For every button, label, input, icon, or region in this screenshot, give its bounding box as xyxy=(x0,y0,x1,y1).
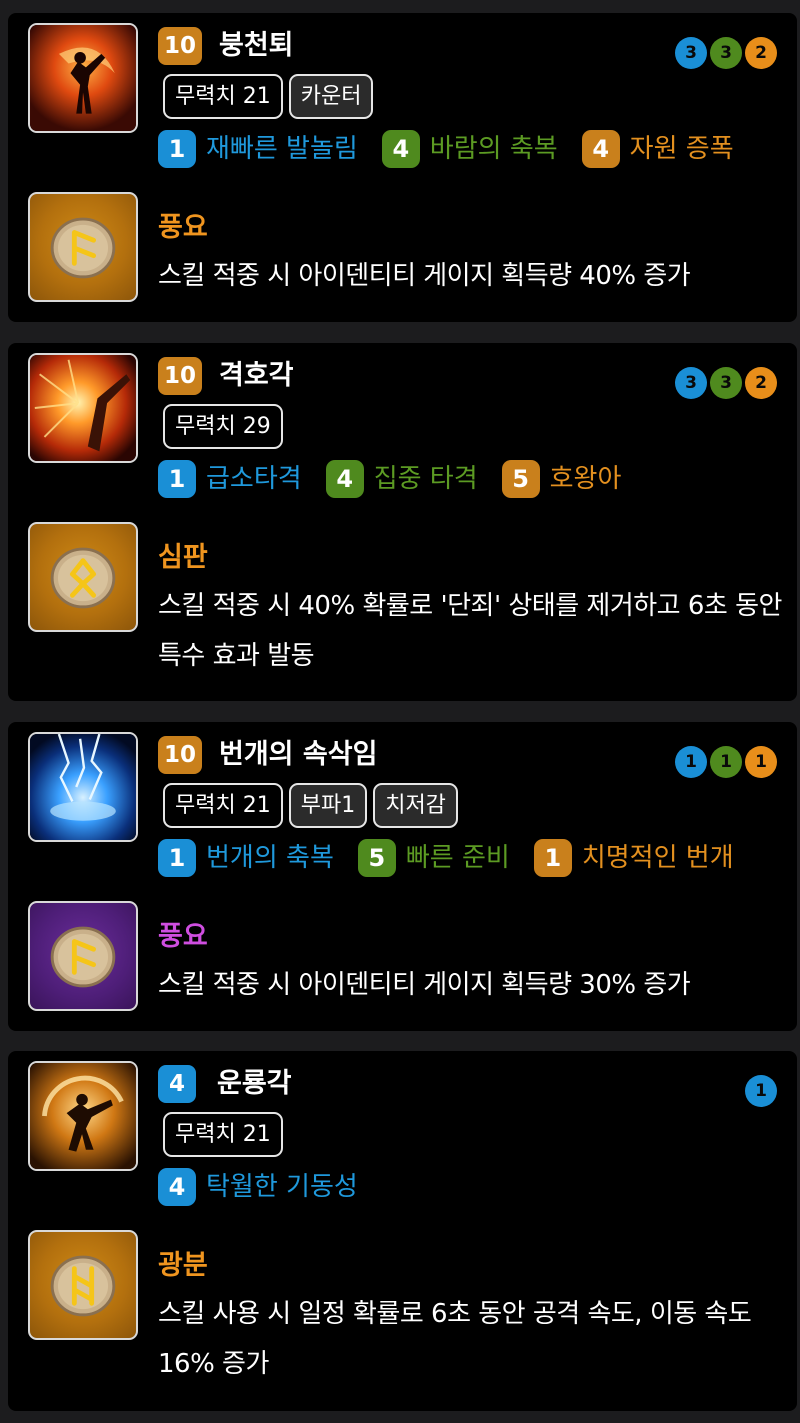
tripod-list: 4 탁월한 기동성 xyxy=(158,1168,382,1206)
skill-tags: 무력치 29 xyxy=(163,404,283,449)
skill-level-badge: 10 xyxy=(158,27,203,65)
skill-level-badge: 10 xyxy=(158,736,203,774)
tripod-item[interactable]: 1 치명적인 번개 xyxy=(533,839,734,877)
tripod-level-badge: 1 xyxy=(533,839,572,877)
tripod-name: 자원 증폭 xyxy=(629,134,734,164)
skill-name: 붕천퇴 xyxy=(219,30,294,61)
gem-dot-blue: 3 xyxy=(675,367,707,399)
tag-destruction: 부파1 xyxy=(288,783,368,828)
skill-level-badge: 4 xyxy=(158,1065,196,1103)
tripod-name: 빠른 준비 xyxy=(405,843,510,873)
tripod-level-badge: 4 xyxy=(581,130,620,168)
tripod-name: 재빠른 발놀림 xyxy=(206,134,358,164)
tripod-name: 바람의 축복 xyxy=(429,134,558,164)
tripod-name: 번개의 축복 xyxy=(206,843,334,873)
tripod-list: 1 급소타격 4 집중 타격 5 호왕아 xyxy=(158,460,645,498)
tripod-name: 탁월한 기동성 xyxy=(206,1172,358,1202)
rune-description: 스킬 적중 시 40% 확률로 '단죄' 상태를 제거하고 6초 동안 특수 효… xyxy=(158,591,782,671)
skill-tags: 무력치 21 부파1 치저감 xyxy=(163,783,458,828)
tripod-item[interactable]: 4 자원 증폭 xyxy=(581,130,734,168)
tripod-name: 호왕아 xyxy=(549,464,622,494)
gem-dot-blue: 1 xyxy=(675,746,707,778)
tripod-item[interactable]: 4 집중 타격 xyxy=(325,460,478,498)
skill-card[interactable]: 10 번개의 속삭임 1 1 1 무력치 21 부파1 치저감 1 번개의 축복… xyxy=(8,722,797,1031)
tripod-item[interactable]: 1 번개의 축복 xyxy=(158,839,334,877)
tripod-level-badge: 1 xyxy=(158,130,196,168)
tag-stagger: 무력치 21 xyxy=(163,783,283,828)
rune-stone-icon xyxy=(28,1230,138,1340)
rune-description: 스킬 적중 시 아이덴티티 게이지 획득량 30% 증가 xyxy=(158,970,691,1000)
gem-dot-green: 1 xyxy=(710,746,742,778)
skill-lightning-icon xyxy=(28,732,138,842)
gem-dot-orange: 2 xyxy=(745,367,777,399)
rune-stone-icon xyxy=(28,901,138,1011)
rune-description: 스킬 적중 시 아이덴티티 게이지 획득량 40% 증가 xyxy=(158,261,691,291)
gem-level-dots: 3 3 2 xyxy=(675,367,777,399)
gem-level-dots: 1 1 1 xyxy=(675,746,777,778)
tripod-item[interactable]: 5 빠른 준비 xyxy=(357,839,510,877)
tag-stagger: 무력치 29 xyxy=(163,404,283,449)
skill-card[interactable]: 10 붕천퇴 3 3 2 무력치 21 카운터 1 재빠른 발놀림 4 바람의 … xyxy=(8,13,797,322)
skill-level-badge: 10 xyxy=(158,357,203,395)
tripod-level-badge: 1 xyxy=(158,839,196,877)
tag-counter: 카운터 xyxy=(288,74,374,119)
skill-tags: 무력치 21 카운터 xyxy=(163,74,374,119)
tripod-level-badge: 4 xyxy=(381,130,420,168)
skill-fire-burst-icon xyxy=(28,353,138,463)
gem-dot-blue: 1 xyxy=(745,1075,777,1107)
skill-tags: 무력치 21 xyxy=(163,1112,283,1157)
tripod-level-badge: 5 xyxy=(357,839,396,877)
tripod-list: 1 재빠른 발놀림 4 바람의 축복 4 자원 증폭 xyxy=(158,130,758,168)
gem-dot-green: 3 xyxy=(710,37,742,69)
tag-stagger: 무력치 21 xyxy=(163,1112,283,1157)
gem-dot-orange: 1 xyxy=(745,746,777,778)
skill-name: 격호각 xyxy=(219,360,294,391)
tripod-name: 급소타격 xyxy=(206,464,302,494)
tag-stagger: 무력치 21 xyxy=(163,74,283,119)
skill-card[interactable]: 10 격호각 3 3 2 무력치 29 1 급소타격 4 집중 타격 5 호왕아… xyxy=(8,343,797,701)
tripod-name: 집중 타격 xyxy=(373,464,478,494)
skill-spin-kick-icon xyxy=(28,1061,138,1171)
tripod-item[interactable]: 4 탁월한 기동성 xyxy=(158,1168,358,1206)
gem-dot-green: 3 xyxy=(710,367,742,399)
tripod-item[interactable]: 1 재빠른 발놀림 xyxy=(158,130,358,168)
skill-kick-fire-icon xyxy=(28,23,138,133)
tripod-list: 1 번개의 축복 5 빠른 준비 1 치명적인 번개 xyxy=(158,839,758,877)
rune-name: 풍요 xyxy=(158,212,208,243)
gem-dot-blue: 3 xyxy=(675,37,707,69)
skill-name: 운룡각 xyxy=(217,1068,292,1099)
tripod-item[interactable]: 5 호왕아 xyxy=(501,460,622,498)
tripod-level-badge: 4 xyxy=(325,460,364,498)
gem-level-dots: 3 3 2 xyxy=(675,37,777,69)
tripod-name: 치명적인 번개 xyxy=(581,843,734,873)
tripod-level-badge: 1 xyxy=(158,460,196,498)
rune-stone-icon xyxy=(28,522,138,632)
tripod-item[interactable]: 1 급소타격 xyxy=(158,460,302,498)
tripod-level-badge: 4 xyxy=(158,1168,196,1206)
gem-level-dots: 1 xyxy=(745,1075,777,1107)
rune-description: 스킬 사용 시 일정 확률로 6초 동안 공격 속도, 이동 속도 16% 증가 xyxy=(158,1299,752,1379)
skill-name: 번개의 속삭임 xyxy=(219,739,378,770)
rune-name: 심판 xyxy=(158,542,208,573)
tripod-level-badge: 5 xyxy=(501,460,540,498)
skill-card[interactable]: 4 운룡각 1 무력치 21 4 탁월한 기동성 광분 스킬 사용 시 일정 확… xyxy=(8,1051,797,1411)
gem-dot-orange: 2 xyxy=(745,37,777,69)
rune-name: 광분 xyxy=(158,1250,208,1281)
tag-crit-resist-reduction: 치저감 xyxy=(373,783,458,828)
rune-stone-icon xyxy=(28,192,138,302)
tripod-item[interactable]: 4 바람의 축복 xyxy=(381,130,558,168)
rune-name: 풍요 xyxy=(158,921,208,952)
